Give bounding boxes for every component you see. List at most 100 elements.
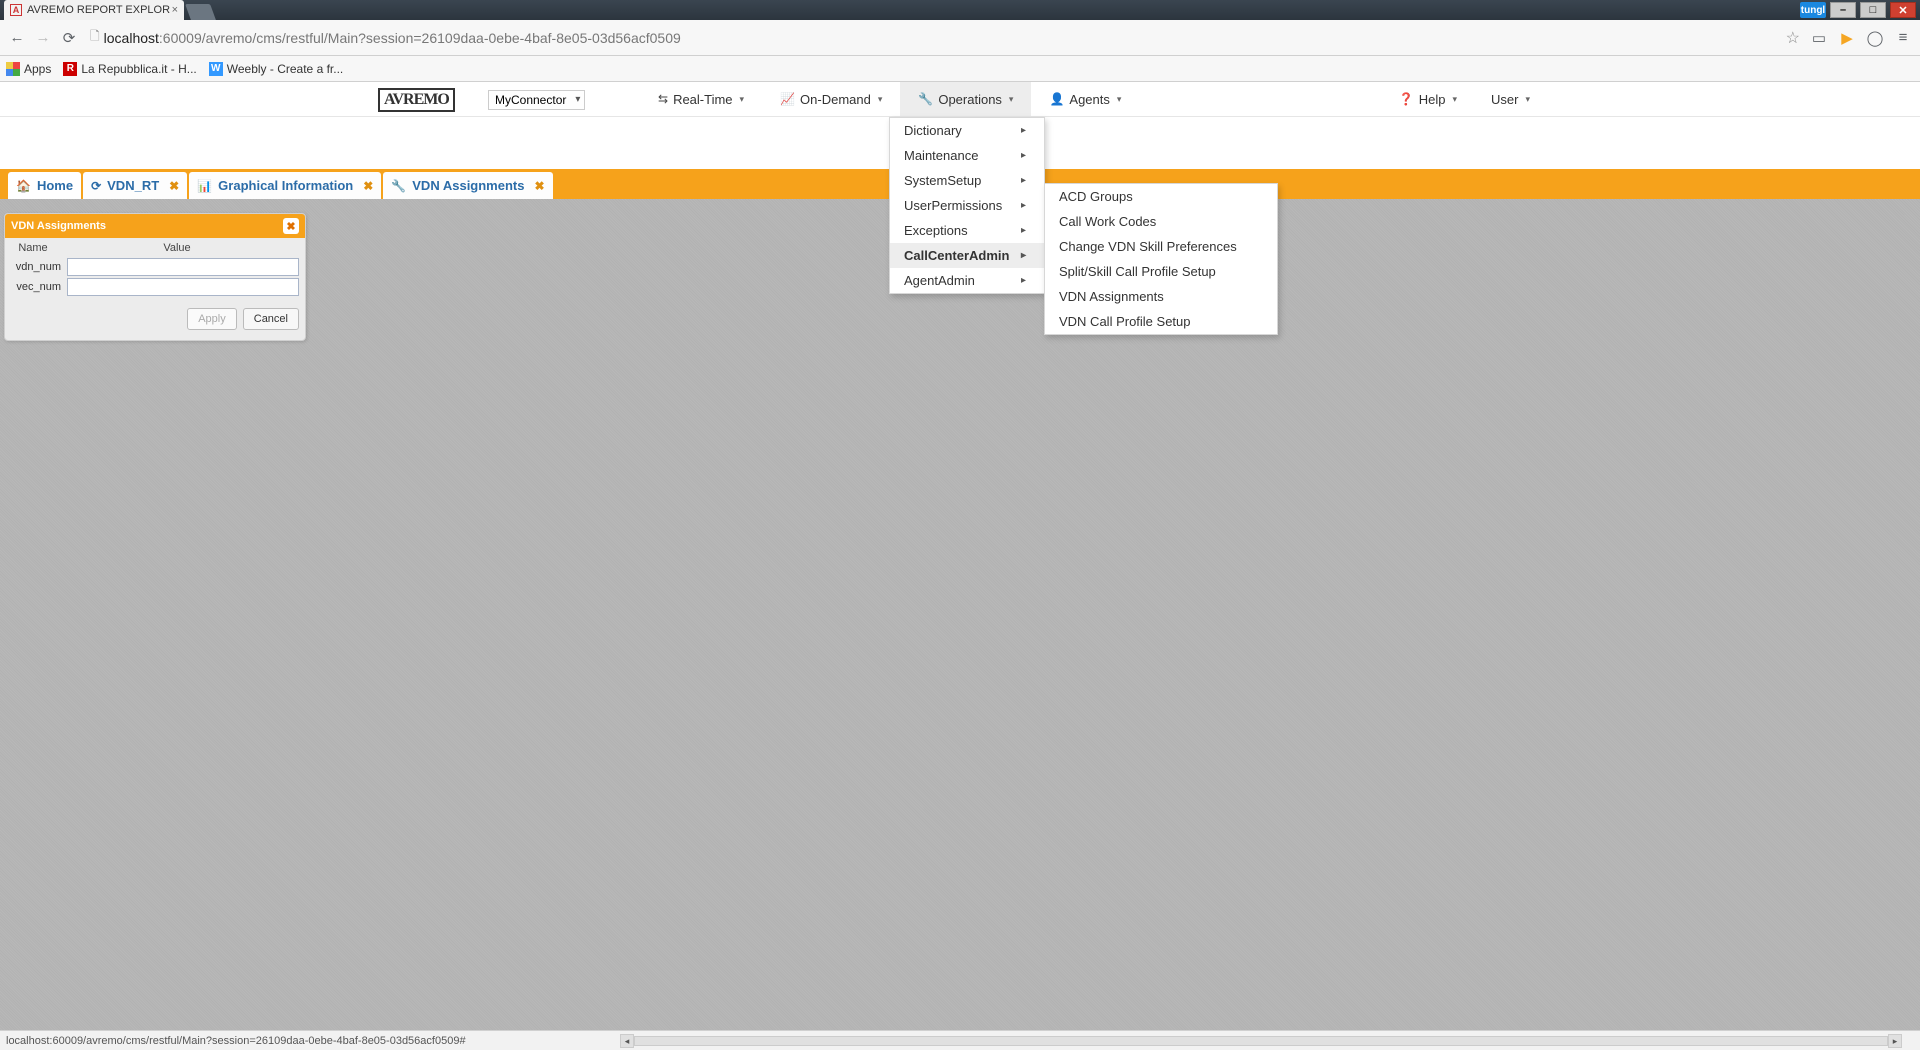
menu-operations[interactable]: 🔧 Operations ▾	[900, 82, 1031, 116]
vdn-assignments-dialog: VDN Assignments ✖ Name Value vdn_num vec…	[4, 213, 306, 341]
caret-icon: ▾	[878, 94, 883, 105]
browser-tabs: A AVREMO REPORT EXPLOR ×	[4, 0, 213, 20]
field-input-vdn-num[interactable]	[67, 258, 299, 276]
apply-button[interactable]: Apply	[187, 308, 237, 330]
wrench-icon: 🔧	[391, 179, 406, 193]
menu-agents[interactable]: 👤 Agents ▾	[1031, 82, 1139, 116]
language-badge[interactable]: tungl	[1800, 2, 1826, 18]
submenu-arrow-icon: ▸	[1021, 125, 1026, 136]
sub-acd-groups[interactable]: ACD Groups	[1045, 184, 1277, 209]
ondemand-icon: 📈	[780, 92, 795, 106]
dialog-title: VDN Assignments	[11, 220, 106, 232]
sub-vdn-assignments[interactable]: VDN Assignments	[1045, 284, 1277, 309]
help-icon: ❓	[1399, 92, 1414, 106]
submenu-arrow-icon: ▸	[1021, 275, 1026, 286]
window-controls: tungl – □ ✕	[1800, 2, 1916, 18]
dd-callcenteradmin[interactable]: CallCenterAdmin▸	[890, 243, 1044, 268]
field-input-vec-num[interactable]	[67, 278, 299, 296]
repubblica-favicon-icon: R	[63, 62, 77, 76]
operations-dropdown: Dictionary▸ Maintenance▸ SystemSetup▸ Us…	[889, 117, 1045, 294]
browser-menu-button[interactable]: ≡	[1894, 29, 1912, 47]
connector-dropdown[interactable]: MyConnector	[488, 90, 585, 110]
tab-close-icon[interactable]: ✖	[534, 179, 544, 193]
bookmark-repubblica[interactable]: R La Repubblica.it - H...	[63, 62, 196, 76]
browser-titlebar: A AVREMO REPORT EXPLOR × tungl – □ ✕	[0, 0, 1920, 20]
bookmark-apps[interactable]: Apps	[6, 62, 51, 76]
caret-icon: ▾	[1009, 94, 1014, 105]
col-value-header: Value	[55, 242, 299, 254]
caret-icon: ▾	[1117, 94, 1122, 105]
weebly-favicon-icon: W	[209, 62, 223, 76]
bookmark-star-icon[interactable]: ☆	[1786, 28, 1800, 48]
nav-back-button[interactable]: ←	[8, 29, 26, 47]
sub-split-skill-profile[interactable]: Split/Skill Call Profile Setup	[1045, 259, 1277, 284]
window-maximize-button[interactable]: □	[1860, 2, 1886, 18]
horizontal-scrollbar[interactable]: ◂ ▸	[620, 1034, 1902, 1048]
extension-icon[interactable]: ◯	[1866, 29, 1884, 47]
tab-graphical-info[interactable]: 📊 Graphical Information ✖	[189, 172, 381, 199]
submenu-arrow-icon: ▸	[1021, 200, 1026, 211]
window-minimize-button[interactable]: –	[1830, 2, 1856, 18]
menu-items: ⇆ Real-Time ▾ 📈 On-Demand ▾ 🔧 Operations…	[640, 82, 1139, 116]
status-bar: localhost:60009/avremo/cms/restful/Main?…	[0, 1030, 1920, 1050]
menu-ondemand[interactable]: 📈 On-Demand ▾	[762, 82, 900, 116]
realtime-icon: ⇆	[658, 92, 668, 106]
tab-home[interactable]: 🏠 Home	[8, 172, 81, 199]
app-logo: AVREMO	[378, 88, 455, 112]
favicon-icon: A	[10, 4, 22, 16]
page-icon: 🗋	[90, 27, 100, 48]
device-icon[interactable]: ▭	[1810, 29, 1828, 47]
sub-vdn-call-profile[interactable]: VDN Call Profile Setup	[1045, 309, 1277, 334]
wrench-icon: 🔧	[918, 92, 933, 106]
status-text: localhost:60009/avremo/cms/restful/Main?…	[6, 1035, 466, 1047]
dialog-close-button[interactable]: ✖	[283, 218, 299, 234]
tab-close-icon[interactable]: ✖	[363, 179, 373, 193]
dialog-header: VDN Assignments ✖	[5, 214, 305, 238]
url-bar[interactable]: 🗋 localhost:60009/avremo/cms/restful/Mai…	[86, 25, 1768, 50]
scroll-track[interactable]	[634, 1036, 1888, 1046]
submenu-arrow-icon: ▸	[1021, 150, 1026, 161]
dd-dictionary[interactable]: Dictionary▸	[890, 118, 1044, 143]
dialog-header-row: Name Value	[11, 240, 299, 256]
submenu-arrow-icon: ▸	[1021, 175, 1026, 186]
agent-icon: 👤	[1049, 92, 1064, 106]
sub-change-vdn-skill[interactable]: Change VDN Skill Preferences	[1045, 234, 1277, 259]
dd-exceptions[interactable]: Exceptions▸	[890, 218, 1044, 243]
nav-reload-button[interactable]: ⟳	[60, 29, 78, 47]
window-close-button[interactable]: ✕	[1890, 2, 1916, 18]
menu-help[interactable]: ❓ Help ▾	[1389, 92, 1467, 107]
url-text: localhost:60009/avremo/cms/restful/Main?…	[104, 30, 681, 46]
col-name-header: Name	[11, 242, 55, 254]
dialog-grid: Name Value vdn_num vec_num	[5, 238, 305, 300]
app-root: AVREMO MyConnector ⇆ Real-Time ▾ 📈 On-De…	[0, 82, 1920, 1030]
tab-vdn-rt[interactable]: ⟳ VDN_RT ✖	[83, 172, 187, 199]
sub-call-work-codes[interactable]: Call Work Codes	[1045, 209, 1277, 234]
content-area: VDN Assignments ✖ Name Value vdn_num vec…	[0, 199, 1920, 1030]
scroll-left-arrow[interactable]: ◂	[620, 1034, 634, 1048]
browser-tab[interactable]: A AVREMO REPORT EXPLOR ×	[4, 0, 184, 20]
cancel-button[interactable]: Cancel	[243, 308, 299, 330]
dd-systemsetup[interactable]: SystemSetup▸	[890, 168, 1044, 193]
scroll-right-arrow[interactable]: ▸	[1888, 1034, 1902, 1048]
callcenteradmin-submenu: ACD Groups Call Work Codes Change VDN Sk…	[1044, 183, 1278, 335]
dd-agentadmin[interactable]: AgentAdmin▸	[890, 268, 1044, 293]
new-tab-button[interactable]	[185, 4, 216, 20]
bookmark-weebly[interactable]: W Weebly - Create a fr...	[209, 62, 344, 76]
menu-user[interactable]: User ▾	[1481, 92, 1540, 107]
tab-close-icon[interactable]: ×	[172, 4, 178, 16]
submenu-arrow-icon: ▸	[1021, 225, 1026, 236]
field-label-vec-num: vec_num	[11, 281, 67, 293]
tab-vdn-assignments[interactable]: 🔧 VDN Assignments ✖	[383, 172, 552, 199]
extension-play-icon[interactable]: ▶	[1838, 29, 1856, 47]
dd-userpermissions[interactable]: UserPermissions▸	[890, 193, 1044, 218]
tab-close-icon[interactable]: ✖	[169, 179, 179, 193]
submenu-arrow-icon: ▸	[1021, 250, 1026, 261]
dd-maintenance[interactable]: Maintenance▸	[890, 143, 1044, 168]
nav-forward-button[interactable]: →	[34, 29, 52, 47]
menu-realtime[interactable]: ⇆ Real-Time ▾	[640, 82, 762, 116]
dialog-row: vdn_num	[11, 258, 299, 276]
menubar-right: ❓ Help ▾ User ▾	[1389, 92, 1540, 107]
browser-toolbar: ← → ⟳ 🗋 localhost:60009/avremo/cms/restf…	[0, 20, 1920, 56]
refresh-icon: ⟳	[91, 179, 101, 193]
caret-icon: ▾	[1452, 94, 1457, 105]
